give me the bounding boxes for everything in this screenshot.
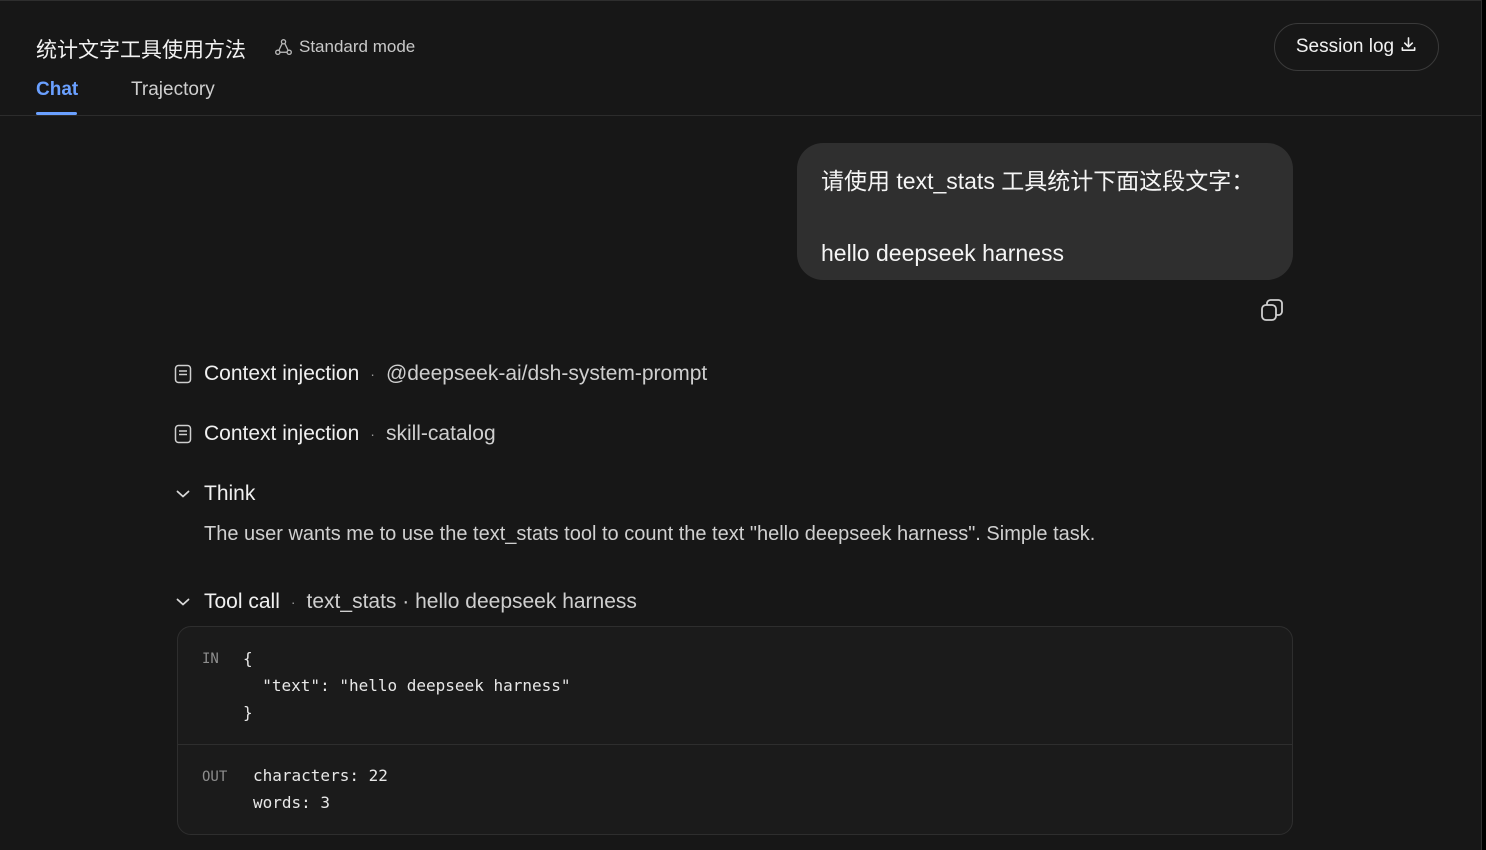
- chevron-down-icon: [174, 592, 192, 612]
- header: 统计文字工具使用方法 Standard mode Session log Cha…: [0, 1, 1481, 116]
- copy-message-button[interactable]: [1258, 298, 1286, 326]
- tool-call-panel: IN { "text": "hello deepseek harness" } …: [177, 626, 1293, 835]
- step-label: Think: [204, 482, 256, 505]
- page-title: 统计文字工具使用方法: [36, 39, 246, 62]
- chevron-down-icon: [174, 484, 192, 504]
- step-label: Tool call: [204, 590, 280, 613]
- step-label: Context injection: [204, 422, 360, 445]
- step-detail: skill-catalog: [385, 422, 496, 445]
- user-message-bubble: 请使用 text_stats 工具统计下面这段文字： hello deepsee…: [797, 143, 1293, 280]
- mode-icon: [274, 38, 293, 57]
- input-tag: IN: [202, 651, 219, 667]
- tool-output-code: characters: 22 words: 3: [253, 766, 388, 812]
- document-icon: [174, 364, 192, 384]
- session-log-button[interactable]: Session log: [1274, 23, 1439, 71]
- session-log-label: Session log: [1295, 36, 1395, 57]
- step-separator: ·: [370, 426, 375, 442]
- app-window: 统计文字工具使用方法 Standard mode Session log Cha…: [0, 0, 1482, 850]
- copy-icon: [1259, 297, 1285, 328]
- step-detail: @deepseek-ai/dsh-system-prompt: [385, 362, 708, 385]
- step-separator: ·: [370, 366, 375, 382]
- step-detail: text_stats · hello deepseek harness: [306, 590, 637, 613]
- step-label: Context injection: [204, 362, 360, 385]
- mode-indicator: Standard mode: [274, 37, 415, 57]
- output-tag: OUT: [202, 769, 228, 785]
- tab-chat[interactable]: Chat: [36, 79, 78, 101]
- tab-trajectory[interactable]: Trajectory: [131, 79, 215, 101]
- document-icon: [174, 424, 192, 444]
- download-icon: [1400, 36, 1417, 59]
- active-tab-indicator: [36, 112, 77, 115]
- think-content: The user wants me to use the text_stats …: [204, 523, 1096, 545]
- step-separator: ·: [290, 594, 296, 610]
- user-message-line: 请使用 text_stats 工具统计下面这段文字：: [821, 168, 1255, 194]
- user-message-line: hello deepseek harness: [821, 240, 1064, 266]
- context-injection-step: Context injection · @deepseek-ai/dsh-sys…: [174, 362, 707, 386]
- tool-input-section: IN { "text": "hello deepseek harness" }: [178, 627, 1292, 745]
- tool-input-code: { "text": "hello deepseek harness" }: [243, 649, 571, 722]
- think-step-toggle[interactable]: Think: [174, 482, 255, 506]
- mode-label: Standard mode: [299, 37, 416, 56]
- tool-call-step-toggle[interactable]: Tool call · text_stats · hello deepseek …: [174, 590, 637, 614]
- context-injection-step: Context injection · skill-catalog: [174, 422, 496, 446]
